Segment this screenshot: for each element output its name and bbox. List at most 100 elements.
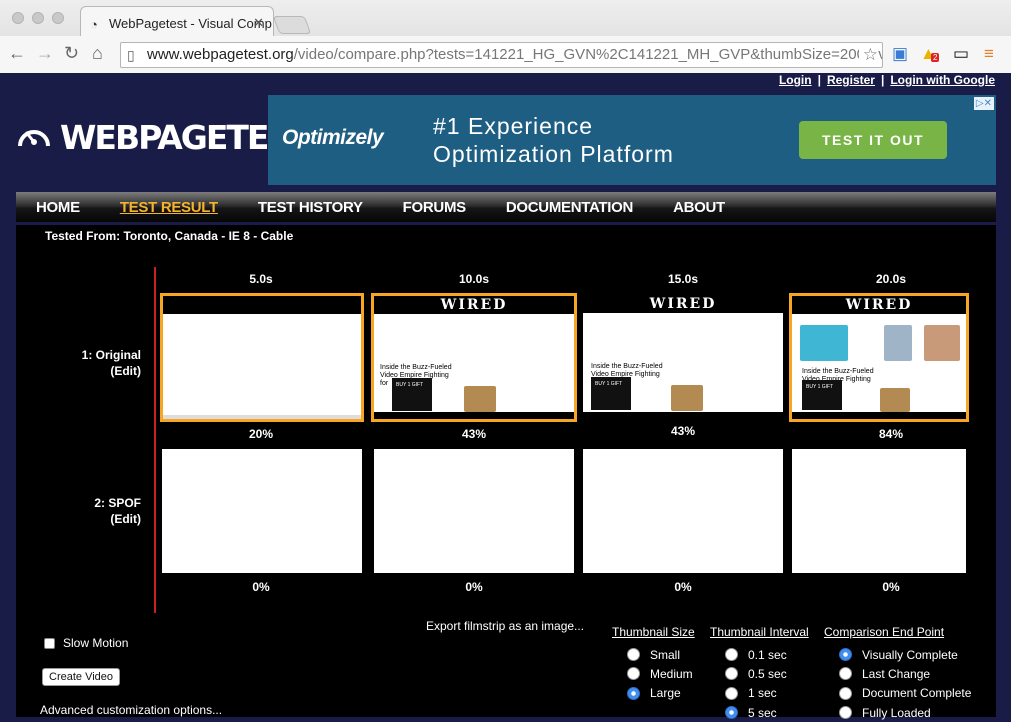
radio-button[interactable]	[839, 706, 852, 720]
visual-complete-percent: 84%	[878, 427, 904, 441]
radio-option[interactable]: Document Complete	[839, 684, 971, 703]
radio-button-selected[interactable]	[839, 648, 852, 662]
minimize-window-button[interactable]	[32, 12, 44, 24]
thumbnail-image	[671, 385, 703, 411]
radio-label: Last Change	[862, 666, 931, 681]
row-edit-link[interactable]: (Edit)	[16, 363, 141, 379]
radio-label: 0.5 sec	[748, 666, 787, 681]
nav-test-history[interactable]: TEST HISTORY	[258, 199, 363, 216]
nav-home[interactable]: HOME	[36, 199, 80, 216]
slow-motion-checkbox[interactable]	[44, 637, 55, 649]
radio-label: Small	[650, 647, 681, 662]
filmstrip-frame[interactable]	[792, 449, 966, 573]
visual-complete-percent: 0%	[465, 580, 483, 594]
filmstrip-frame[interactable]: WIRED Inside the Buzz-Fueled Video Empir…	[371, 293, 577, 422]
login-link[interactable]: Login	[779, 73, 812, 87]
radio-button[interactable]	[839, 667, 852, 681]
filmstrip-frame[interactable]	[162, 449, 362, 573]
slow-motion-option[interactable]: Slow Motion	[44, 636, 128, 650]
cast-icon[interactable]: ▣	[892, 43, 908, 65]
filmstrip-frame[interactable]: WIRED Inside the Buzz-Fueled Video Empir…	[789, 293, 969, 422]
nav-test-result[interactable]: TEST RESULT	[120, 199, 218, 216]
filmstrip-frame[interactable]: WIRED Inside the Buzz-Fueled Video Empir…	[583, 295, 783, 419]
reload-icon[interactable]: ↻	[64, 41, 79, 65]
thumbnail-interval-title[interactable]: Thumbnail Interval	[710, 625, 809, 639]
advertisement-banner[interactable]: Optimizely #1 Experience Optimization Pl…	[268, 95, 996, 185]
radio-option[interactable]: Last Change	[839, 664, 971, 683]
radio-option[interactable]: Medium	[627, 664, 695, 683]
radio-option[interactable]: 0.1 sec	[725, 645, 809, 664]
filmstrip-content: Tested From: Toronto, Canada - IE 8 - Ca…	[16, 225, 996, 720]
bookmark-star-icon[interactable]: ☆	[858, 43, 878, 67]
masthead-bar	[163, 296, 361, 314]
filmstrip-frame[interactable]	[374, 449, 574, 573]
tested-from-location: Tested From: Toronto, Canada -	[45, 229, 229, 243]
ad-brand: Optimizely	[282, 126, 384, 149]
page-footer-bar	[792, 412, 966, 419]
radio-button-selected[interactable]	[725, 706, 738, 720]
tab-close-icon[interactable]: ✕	[253, 15, 264, 31]
thumbnail-size-title[interactable]: Thumbnail Size	[612, 625, 695, 639]
radio-label: Fully Loaded	[862, 705, 931, 720]
visual-complete-percent: 0%	[882, 580, 900, 594]
login-google-link[interactable]: Login with Google	[890, 73, 995, 87]
advanced-options-link[interactable]: Advanced customization options...	[40, 703, 222, 717]
row-edit-link[interactable]: (Edit)	[16, 511, 141, 527]
separator: |	[817, 73, 821, 87]
radio-option[interactable]: Large	[627, 684, 695, 703]
radio-button-selected[interactable]	[627, 686, 640, 700]
back-arrow-icon[interactable]: ←	[8, 41, 26, 65]
comparison-end-point-title[interactable]: Comparison End Point	[824, 625, 971, 639]
register-link[interactable]: Register	[827, 73, 875, 87]
thumbnail-ad-block: BUY 1 GIFT	[591, 377, 631, 410]
nav-documentation[interactable]: DOCUMENTATION	[506, 199, 634, 216]
url-path: /video/compare.php?tests=141221_HG_GVN%2…	[293, 46, 883, 63]
filmstrip-frame[interactable]	[583, 449, 783, 573]
radio-button[interactable]	[839, 686, 852, 700]
nav-forums[interactable]: FORUMS	[403, 199, 467, 216]
nav-about[interactable]: ABOUT	[673, 199, 725, 216]
row-name: 2: SPOF	[94, 496, 141, 510]
thumbnail-gift: BUY 1 GIFT	[595, 381, 623, 387]
time-label: 10.0s	[458, 272, 490, 286]
thumbnail-image	[884, 325, 912, 361]
close-window-button[interactable]	[12, 12, 24, 24]
radio-button[interactable]	[627, 648, 640, 662]
ad-choices-icon[interactable]: ▷✕	[973, 97, 994, 110]
radio-option[interactable]: Visually Complete	[839, 645, 971, 664]
page-footer-bar	[583, 412, 783, 419]
export-filmstrip-link[interactable]: Export filmstrip as an image...	[426, 619, 584, 633]
radio-option[interactable]: 1 sec	[725, 684, 809, 703]
thumbnail-ad-block: BUY 1 GIFT	[392, 378, 432, 411]
radio-option[interactable]: Fully Loaded	[839, 703, 971, 722]
browser-tab[interactable]: ◔ WebPagetest - Visual Comp ✕	[80, 6, 274, 36]
tested-from: Tested From: Toronto, Canada - IE 8 - Ca…	[45, 229, 293, 243]
radio-option[interactable]: 5 sec	[725, 703, 809, 722]
radio-button[interactable]	[627, 667, 640, 681]
timeline-marker[interactable]	[154, 267, 156, 613]
radio-button[interactable]	[725, 648, 738, 662]
radio-option[interactable]: 0.5 sec	[725, 664, 809, 683]
filmstrip-frame[interactable]	[160, 293, 364, 422]
separator: |	[880, 73, 885, 87]
home-icon[interactable]: ⌂	[92, 41, 103, 65]
address-bar[interactable]: ▯ www.webpagetest.org/video/compare.php?…	[120, 42, 883, 68]
row-label-original: 1: Original (Edit)	[16, 347, 141, 379]
ad-cta-button[interactable]: TEST IT OUT	[799, 121, 947, 159]
gauge-logo-icon	[18, 130, 50, 147]
maximize-window-button[interactable]	[52, 12, 64, 24]
warning-extension-icon[interactable]: ▲ 2	[920, 43, 940, 65]
site-logo[interactable]: WEBPAGETEST	[16, 118, 312, 158]
menu-icon[interactable]: ≡	[984, 43, 994, 65]
create-video-button[interactable]: Create Video	[42, 668, 121, 686]
thumbnail-image	[800, 325, 848, 361]
thumbnail-image	[924, 325, 960, 361]
visual-complete-percent: 43%	[670, 424, 696, 438]
monitor-icon[interactable]: ▭	[953, 43, 969, 65]
thumbnail-gift: BUY 1 GIFT	[396, 382, 424, 388]
forward-arrow-icon[interactable]: →	[36, 41, 54, 65]
radio-button[interactable]	[725, 667, 738, 681]
radio-option[interactable]: Small	[627, 645, 695, 664]
radio-button[interactable]	[725, 686, 738, 700]
new-tab-button[interactable]	[272, 16, 312, 34]
